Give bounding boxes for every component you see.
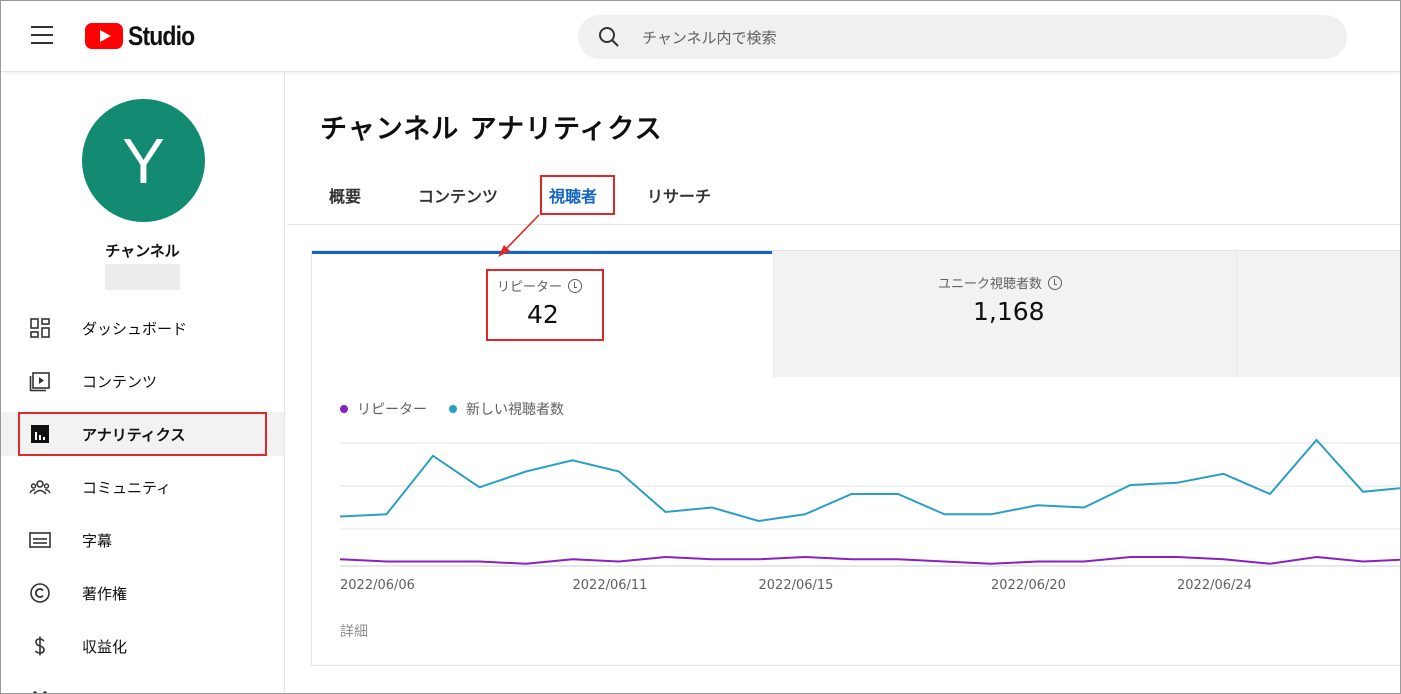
sidebar-item-label: コンテンツ — [82, 373, 158, 391]
main-content: チャンネル アナリティクス 概要 コンテンツ 視聴者 リサーチ リピーター 42… — [287, 87, 1400, 693]
legend-dot-returning — [340, 405, 348, 413]
app-frame: Studio チャンネル内で検索 Y チャンネル ダッシュボード コンテンツ ア… — [0, 0, 1401, 694]
chart-legend: リピーター 新しい視聴者数 — [340, 399, 586, 419]
channel-handle-redacted — [105, 264, 180, 290]
x-tick-label: 2022/06/15 — [758, 578, 834, 593]
subtitles-icon — [29, 532, 51, 548]
analytics-highlight-box — [18, 412, 267, 456]
youtube-studio-logo[interactable]: Studio — [85, 21, 206, 51]
metric-label-text: ユニーク視聴者数 — [938, 277, 1043, 292]
metric-third[interactable] — [1236, 251, 1400, 377]
sidebar-item-copyright[interactable]: 著作権 — [1, 571, 284, 615]
legend-label: 新しい視聴者数 — [466, 402, 564, 418]
line-chart — [340, 438, 1401, 567]
audience-tab-highlight-box — [540, 175, 615, 215]
community-icon — [29, 480, 51, 495]
sidebar-item-monetization[interactable]: 収益化 — [1, 624, 284, 668]
channel-avatar[interactable]: Y — [82, 99, 205, 222]
dollar-icon — [34, 636, 45, 656]
search-input[interactable]: チャンネル内で検索 — [642, 27, 777, 48]
sidebar-item-label: コミュニティ — [82, 479, 172, 497]
series-line-returning[interactable] — [340, 555, 1401, 565]
legend-label: リピーター — [357, 402, 427, 418]
metric-value: 1,168 — [973, 297, 1045, 326]
menu-icon[interactable] — [31, 26, 53, 44]
legend-dot-new — [449, 405, 457, 413]
x-tick-label: 2022/06/06 — [340, 578, 415, 593]
metric-label: ユニーク視聴者数 — [938, 273, 1063, 292]
customize-icon — [33, 691, 47, 693]
sidebar-item-label: ダッシュボード — [82, 320, 188, 338]
analytics-card: リピーター 42 ユニーク視聴者数 1,168 リピーター 新しい視聴者数 20… — [311, 250, 1401, 666]
legend-item-returning[interactable]: リピーター — [340, 399, 427, 419]
tab-research[interactable]: リサーチ — [647, 183, 711, 207]
sidebar-item-label: 収益化 — [82, 638, 128, 656]
copyright-icon — [30, 583, 50, 603]
x-tick-label: 2022/06/20 — [991, 578, 1066, 593]
sidebar-item-subtitles[interactable]: 字幕 — [1, 518, 284, 562]
top-header: Studio チャンネル内で検索 — [1, 1, 1400, 72]
sidebar-item-customization[interactable] — [1, 677, 284, 693]
sidebar-item-content[interactable]: コンテンツ — [1, 359, 284, 403]
search-icon — [599, 27, 619, 47]
sidebar-item-label: 字幕 — [82, 532, 113, 550]
tabs-divider — [287, 224, 1400, 225]
sidebar: Y チャンネル ダッシュボード コンテンツ アナリティクス コミュニティ 字幕 … — [1, 72, 285, 693]
legend-item-new-viewers[interactable]: 新しい視聴者数 — [449, 399, 564, 419]
content-icon — [29, 372, 50, 392]
tab-overview[interactable]: 概要 — [329, 183, 361, 207]
x-tick-label: 2022/06/24 — [1177, 578, 1252, 593]
metric-unique-viewers[interactable]: ユニーク視聴者数 1,168 — [773, 251, 1236, 377]
app-name: Studio — [128, 20, 195, 51]
metric-returning-viewers[interactable]: リピーター 42 — [312, 251, 772, 380]
tab-content[interactable]: コンテンツ — [418, 183, 498, 207]
sidebar-item-label: 著作権 — [82, 585, 128, 603]
details-link[interactable]: 詳細 — [340, 621, 368, 641]
metric-highlight-box — [486, 269, 604, 341]
clock-icon — [1048, 276, 1063, 290]
dashboard-icon — [30, 318, 50, 338]
sidebar-item-dashboard[interactable]: ダッシュボード — [1, 306, 284, 350]
sidebar-item-community[interactable]: コミュニティ — [1, 465, 284, 509]
page-title: チャンネル アナリティクス — [320, 114, 663, 145]
x-tick-label: 2022/06/11 — [572, 578, 648, 593]
search-bar[interactable]: チャンネル内で検索 — [578, 15, 1347, 59]
youtube-logo-icon — [85, 23, 123, 49]
avatar-letter: Y — [122, 124, 165, 197]
channel-name: チャンネル — [105, 242, 180, 260]
series-line-new-viewers[interactable] — [340, 438, 1401, 523]
